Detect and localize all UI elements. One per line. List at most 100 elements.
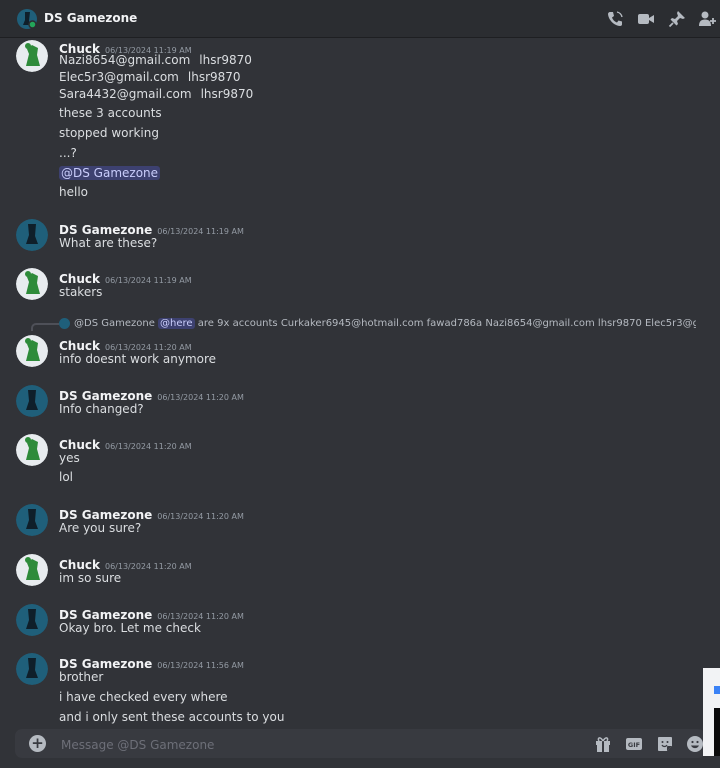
timestamp: 06/13/2024 11:20 AM [157, 612, 244, 621]
message-text: Elec5r3@gmail.com [59, 70, 179, 84]
message-header: DS Gamezone 06/13/2024 11:20 AM [59, 604, 244, 622]
message-group: Chuck 06/13/2024 11:19 AM Nazi8654@gmail.… [0, 38, 700, 208]
message-text: Nazi8654@gmail.com [59, 53, 191, 67]
message-header: Chuck 06/13/2024 11:20 AM [59, 434, 192, 452]
ds-gamezone-avatar-icon[interactable] [16, 604, 48, 636]
add-attachment-icon[interactable]: + [29, 735, 46, 752]
author-name[interactable]: DS Gamezone [59, 508, 152, 522]
message-group: DS Gamezone 06/13/2024 11:20 AM Okay bro.… [0, 604, 700, 644]
message-header: Chuck 06/13/2024 11:19 AM [59, 38, 192, 56]
message-text: Okay bro. Let me check [59, 621, 201, 635]
svg-text:GIF: GIF [628, 741, 640, 749]
message-header: Chuck 06/13/2024 11:20 AM [59, 554, 192, 572]
author-name[interactable]: DS Gamezone [59, 223, 152, 237]
timestamp: 06/13/2024 11:19 AM [157, 227, 244, 236]
message-line: Sara4432@gmail.com lhsr9870 [59, 87, 253, 101]
message-text: lhsr9870 [187, 70, 241, 84]
message-text: Are you sure? [59, 521, 142, 535]
message-text: stopped working [59, 126, 159, 140]
message-group: DS Gamezone 06/13/2024 11:20 AM Are you s… [0, 504, 700, 544]
message-text: lhsr9870 [200, 87, 254, 101]
message-text: ...? [59, 146, 77, 160]
message-text: info doesnt work anymore [59, 352, 217, 366]
timestamp: 06/13/2024 11:20 AM [157, 512, 244, 521]
here-mention: @here [158, 318, 195, 329]
message-line: @DS Gamezone [59, 166, 161, 180]
reply-avatar-icon [59, 318, 70, 329]
message-group: Chuck 06/13/2024 11:19 AM stakers [0, 268, 700, 308]
ds-gamezone-avatar-icon[interactable] [16, 653, 48, 685]
sticker-icon[interactable] [656, 735, 674, 753]
gif-icon[interactable]: GIF [625, 735, 643, 753]
chuck-avatar-icon[interactable] [16, 268, 48, 300]
channel-header: DS Gamezone [0, 0, 720, 38]
gift-icon[interactable] [594, 735, 612, 753]
message-text: brother [59, 670, 104, 684]
message-group: DS Gamezone 06/13/2024 11:56 AM brother i… [0, 653, 700, 728]
message-group: DS Gamezone 06/13/2024 11:19 AM What are … [0, 219, 700, 259]
user-mention[interactable]: @DS Gamezone [59, 166, 161, 180]
timestamp: 06/13/2024 11:19 AM [105, 276, 192, 285]
timestamp: 06/13/2024 11:20 AM [105, 343, 192, 352]
author-name[interactable]: DS Gamezone [59, 608, 152, 622]
author-name[interactable]: Chuck [59, 339, 100, 353]
popup-preview [714, 708, 720, 756]
overlay-popup-fragment[interactable] [703, 668, 720, 756]
message-header: Chuck 06/13/2024 11:19 AM [59, 268, 192, 286]
author-name[interactable]: DS Gamezone [59, 389, 152, 403]
chuck-avatar-icon[interactable] [16, 434, 48, 466]
message-text: hello [59, 185, 88, 199]
chuck-avatar-icon[interactable] [16, 335, 48, 367]
message-composer: + GIF [15, 729, 705, 758]
chuck-avatar-icon[interactable] [16, 554, 48, 586]
message-text: Sara4432@gmail.com [59, 87, 192, 101]
message-list[interactable]: Chuck 06/13/2024 11:19 AM Nazi8654@gmail.… [0, 38, 720, 728]
reply-preview[interactable]: @DS Gamezone @here are 9x accounts Curka… [31, 317, 696, 331]
message-header: DS Gamezone 06/13/2024 11:20 AM [59, 385, 244, 403]
ds-gamezone-avatar-icon[interactable] [16, 219, 48, 251]
timestamp: 06/13/2024 11:20 AM [105, 562, 192, 571]
author-name[interactable]: Chuck [59, 272, 100, 286]
message-header: DS Gamezone 06/13/2024 11:19 AM [59, 219, 244, 237]
timestamp: 06/13/2024 11:20 AM [105, 442, 192, 451]
ds-gamezone-avatar-icon[interactable] [16, 504, 48, 536]
ds-gamezone-avatar-icon[interactable] [16, 385, 48, 417]
message-header: DS Gamezone 06/13/2024 11:56 AM [59, 653, 244, 671]
chuck-avatar-icon[interactable] [16, 40, 48, 72]
message-text: Info changed? [59, 402, 144, 416]
message-text: i have checked every where [59, 690, 228, 704]
message-text: lol [59, 470, 74, 484]
emoji-icon[interactable] [686, 735, 704, 753]
reply-author: @DS Gamezone [74, 318, 155, 329]
channel-title: DS Gamezone [44, 11, 138, 25]
pin-icon[interactable] [668, 10, 686, 28]
timestamp: 06/13/2024 11:20 AM [157, 393, 244, 402]
message-text: stakers [59, 285, 103, 299]
author-name[interactable]: Chuck [59, 558, 100, 572]
author-name[interactable]: Chuck [59, 438, 100, 452]
message-group: Chuck 06/13/2024 11:20 AM yes lol [0, 434, 700, 494]
message-text: these 3 accounts [59, 106, 162, 120]
video-camera-icon[interactable] [637, 10, 655, 28]
message-group: Chuck 06/13/2024 11:20 AM info doesnt wor… [0, 335, 700, 375]
message-line: Nazi8654@gmail.com lhsr9870 [59, 53, 252, 67]
add-friend-icon[interactable] [698, 10, 716, 28]
author-name[interactable]: DS Gamezone [59, 657, 152, 671]
message-group: Chuck 06/13/2024 11:20 AM im so sure [0, 554, 700, 594]
message-text: What are these? [59, 236, 158, 250]
message-text: yes [59, 451, 80, 465]
message-text: lhsr9870 [199, 53, 252, 67]
timestamp: 06/13/2024 11:56 AM [157, 661, 244, 670]
user-avatar-icon[interactable] [17, 9, 37, 29]
message-text: and i only sent these accounts to you [59, 710, 285, 724]
message-input[interactable] [59, 734, 543, 756]
message-line: Elec5r3@gmail.com lhsr9870 [59, 70, 241, 84]
reply-text: @DS Gamezone @here are 9x accounts Curka… [74, 317, 696, 331]
message-group: DS Gamezone 06/13/2024 11:20 AM Info chan… [0, 385, 700, 425]
phone-call-icon[interactable] [606, 10, 624, 28]
popup-badge-icon [714, 686, 720, 694]
message-header: DS Gamezone 06/13/2024 11:20 AM [59, 504, 244, 522]
message-text: im so sure [59, 571, 122, 585]
message-header: Chuck 06/13/2024 11:20 AM [59, 335, 192, 353]
reply-connector [31, 323, 59, 331]
